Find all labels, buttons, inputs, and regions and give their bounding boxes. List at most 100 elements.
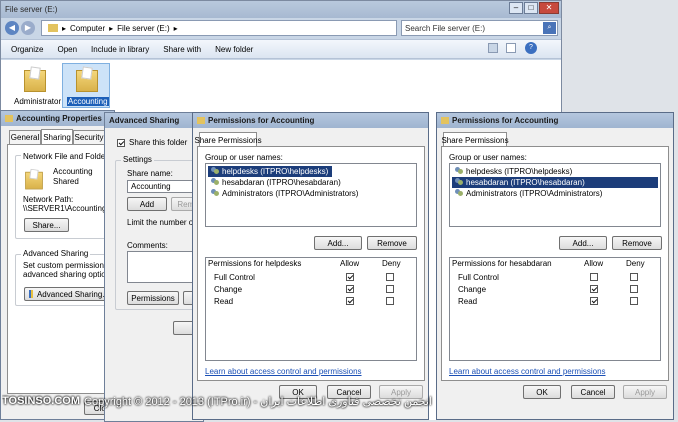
maximize-button[interactable]: □ [524,2,538,14]
allow-full-control-checkbox[interactable] [590,273,598,281]
comments-input[interactable] [127,251,202,283]
user-name: helpdesks (ITPRO\helpdesks) [222,167,329,176]
user-group-icon [210,189,220,198]
limit-users-label: Limit the number of [127,218,196,227]
forward-button[interactable]: ▶ [21,21,35,35]
view-options-icon[interactable] [488,43,498,53]
users-listbox[interactable]: helpdesks (ITPRO\helpdesks) hesabdaran (… [205,163,417,227]
preview-pane-icon[interactable] [506,43,516,53]
remove-user-button[interactable]: Remove [367,236,417,250]
properties-dialog: Accounting Properties General Sharing Se… [0,110,124,420]
permissions-grid: Permissions for helpdesks Allow Deny Ful… [205,257,417,361]
user-row-helpdesks[interactable]: helpdesks (ITPRO\helpdesks) [208,166,333,177]
share-name-input[interactable]: Accounting [127,180,202,193]
remove-user-button[interactable]: Remove [612,236,662,250]
permissions-dialog-2: Permissions for Accounting Share Permiss… [436,112,674,420]
breadcrumb-sep-icon: ▸ [62,23,67,33]
search-box[interactable]: Search File server (E:) ⌕ [401,20,558,36]
allow-read-checkbox[interactable] [590,297,598,305]
advanced-text: advanced sharing options. [23,270,117,279]
advanced-sharing-button[interactable]: Advanced Sharing... [24,287,110,301]
section-title: Advanced Sharing [21,249,91,258]
add-user-button[interactable]: Add... [314,236,362,250]
advanced-title: Advanced Sharing [109,116,180,125]
search-icon[interactable]: ⌕ [543,22,556,34]
minimize-button[interactable]: – [509,2,523,14]
users-listbox[interactable]: helpdesks (ITPRO\helpdesks) hesabdaran (… [449,163,661,227]
permissions-title: Permissions for Accounting [452,116,559,125]
allow-full-control-checkbox[interactable] [346,273,354,281]
permissions-button[interactable]: Permissions [127,291,179,305]
perm-read: Read [214,297,234,306]
share-name-label: Share name: [127,169,173,178]
user-row-hesabdaran[interactable]: hesabdaran (ITPRO\hesabdaran) [208,177,345,188]
user-name: hesabdaran (ITPRO\hesabdaran) [466,178,585,187]
shared-folder-icon [25,169,43,190]
deny-change-checkbox[interactable] [386,285,394,293]
help-icon[interactable]: ? [525,42,537,54]
perm-change: Change [214,285,243,294]
allow-change-checkbox[interactable] [346,285,354,293]
deny-header: Deny [626,259,645,268]
new-folder-button[interactable]: New folder [215,45,253,54]
open-button[interactable]: Open [57,45,77,54]
tab-security[interactable]: Security [73,130,105,144]
comments-label: Comments: [127,241,168,250]
share-name-value: Accounting [131,182,171,191]
breadcrumb-computer[interactable]: Computer [70,24,105,33]
tab-general[interactable]: General [9,130,41,144]
folder-item-administrator[interactable]: Administrator [11,65,61,107]
explorer-toolbar: Organize Open Include in library Share w… [1,39,561,59]
tab-share-permissions[interactable]: Share Permissions [441,132,509,147]
deny-read-checkbox[interactable] [630,297,638,305]
user-group-icon [454,178,464,187]
learn-more-link[interactable]: Learn about access control and permissio… [205,367,362,376]
user-row-helpdesks[interactable]: helpdesks (ITPRO\helpdesks) [452,166,576,177]
user-row-hesabdaran[interactable]: hesabdaran (ITPRO\hesabdaran) [452,177,658,188]
add-share-button[interactable]: Add [127,197,167,211]
allow-read-checkbox[interactable] [346,297,354,305]
user-name: helpdesks (ITPRO\helpdesks) [466,167,573,176]
user-group-icon [210,178,220,187]
folder-label: Accounting [67,97,109,106]
watermark-copyright: Copyright © 2012 - 2013 (ITPro.ir) - انج… [84,395,432,408]
breadcrumb-drive[interactable]: File server (E:) [117,24,169,33]
folder-icon [48,24,58,32]
advanced-sharing-dialog: Advanced Sharing Share this folder Setti… [104,112,207,422]
group-users-label: Group or user names: [449,153,527,162]
share-folder-checkbox[interactable] [117,139,125,147]
perm-full-control: Full Control [458,273,499,282]
add-user-button[interactable]: Add... [559,236,607,250]
deny-full-control-checkbox[interactable] [630,273,638,281]
tab-sharing[interactable]: Sharing [41,129,73,144]
user-group-icon [454,189,464,198]
allow-change-checkbox[interactable] [590,285,598,293]
folder-status: Shared [53,177,79,186]
permissions-titlebar: Permissions for Accounting [437,113,673,128]
perm-change: Change [458,285,487,294]
deny-read-checkbox[interactable] [386,297,394,305]
folder-item-accounting[interactable]: Accounting [62,63,110,108]
group-users-label: Group or user names: [205,153,283,162]
explorer-title: File server (E:) [5,5,58,14]
back-button[interactable]: ◀ [5,21,19,35]
close-button[interactable]: ✕ [539,2,559,14]
allow-header: Allow [340,259,360,268]
deny-full-control-checkbox[interactable] [386,273,394,281]
share-folder-label: Share this folder [129,138,188,147]
folder-icon [24,67,46,92]
permissions-for-label: Permissions for helpdesks [208,259,302,268]
user-row-administrators[interactable]: Administrators (ITPRO\Administrators) [208,188,362,199]
deny-change-checkbox[interactable] [630,285,638,293]
tab-share-permissions[interactable]: Share Permissions [194,132,262,147]
user-row-administrators[interactable]: Administrators (ITPRO\Administrators) [452,188,606,199]
organize-button[interactable]: Organize [11,45,43,54]
address-bar[interactable]: ▸ Computer ▸ File server (E:) ▸ [41,20,397,36]
learn-more-link[interactable]: Learn about access control and permissio… [449,367,606,376]
permissions-for-label: Permissions for hesabdaran [452,259,552,268]
search-input[interactable]: Search File server (E:) [405,24,485,33]
folder-icon [5,115,13,122]
share-button[interactable]: Share... [24,218,69,232]
include-library-button[interactable]: Include in library [91,45,149,54]
share-with-button[interactable]: Share with [163,45,201,54]
